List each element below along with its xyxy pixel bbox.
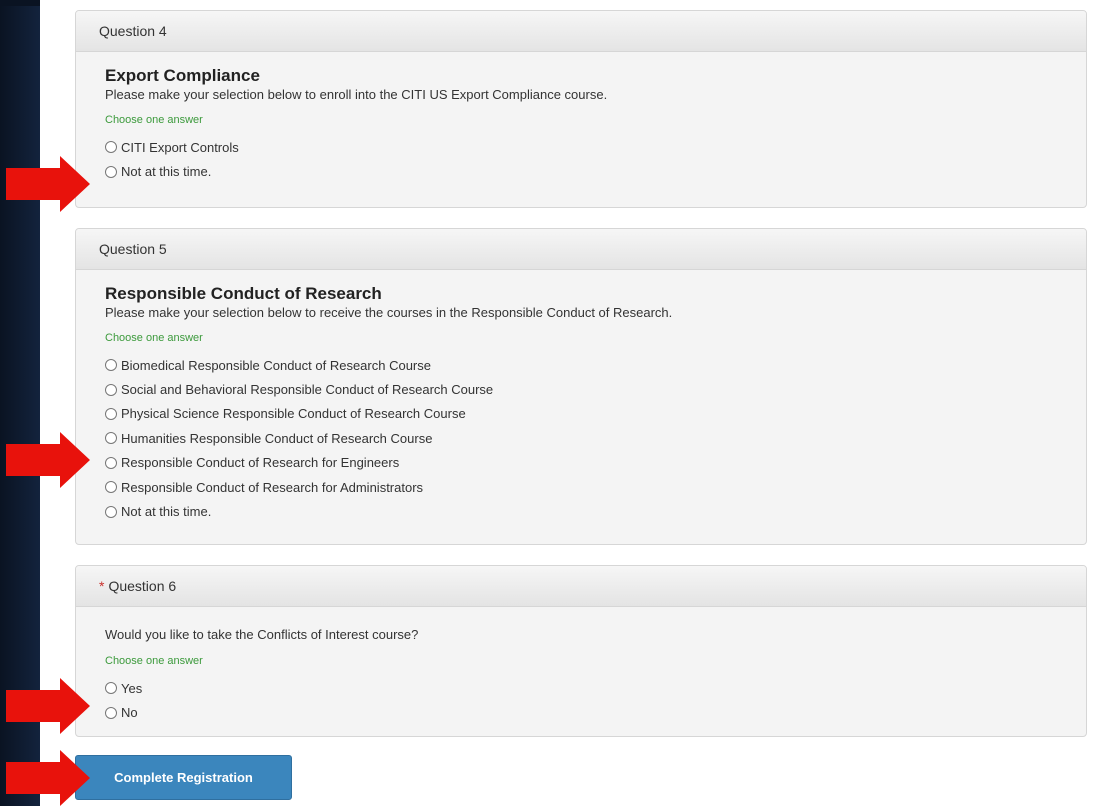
annotation-arrow-icon	[6, 156, 90, 212]
radio-button[interactable]	[105, 682, 117, 695]
option-label: Responsible Conduct of Research for Admi…	[121, 479, 424, 495]
option-label: Responsible Conduct of Research for Engi…	[121, 455, 400, 471]
question-4-hint: Choose one answer	[105, 114, 203, 126]
question-4-panel: Question 4 Export Compliance Please make…	[75, 10, 1087, 208]
question-6-description: Would you like to take the Conflicts of …	[105, 627, 419, 642]
question-6-hint: Choose one answer	[105, 655, 203, 667]
question-5-description: Please make your selection below to rece…	[105, 305, 673, 320]
radio-button[interactable]	[105, 505, 117, 518]
option-label: Not at this time.	[121, 504, 212, 520]
question-4-body: Export Compliance Please make your selec…	[76, 52, 1086, 184]
question-4-title: Export Compliance	[105, 66, 260, 85]
option-label: Humanities Responsible Conduct of Resear…	[121, 430, 433, 446]
q5-option-humanities[interactable]: Humanities Responsible Conduct of Resear…	[105, 426, 1066, 450]
question-4-description: Please make your selection below to enro…	[105, 87, 608, 102]
question-4-header: Question 4	[76, 11, 1086, 52]
q6-option-no[interactable]: No	[105, 700, 1066, 724]
annotation-arrow-icon	[6, 750, 90, 806]
question-5-options: Biomedical Responsible Conduct of Resear…	[105, 353, 1066, 524]
radio-button[interactable]	[105, 481, 117, 494]
option-label: Biomedical Responsible Conduct of Resear…	[121, 357, 431, 373]
q5-option-administrators[interactable]: Responsible Conduct of Research for Admi…	[105, 475, 1066, 499]
radio-button[interactable]	[105, 383, 117, 396]
question-5-body: Responsible Conduct of Research Please m…	[76, 270, 1086, 524]
q4-option-not-at-this-time[interactable]: Not at this time.	[105, 159, 1066, 183]
radio-button[interactable]	[105, 359, 117, 372]
q5-option-biomedical[interactable]: Biomedical Responsible Conduct of Resear…	[105, 353, 1066, 377]
option-label: Social and Behavioral Responsible Conduc…	[121, 382, 494, 398]
radio-button[interactable]	[105, 165, 117, 178]
required-asterisk: *	[99, 578, 105, 594]
question-6-panel: * Question 6 Would you like to take the C…	[75, 565, 1087, 737]
question-6-options: Yes No	[105, 676, 1066, 725]
radio-button[interactable]	[105, 706, 117, 719]
radio-button[interactable]	[105, 456, 117, 469]
question-6-body: Would you like to take the Conflicts of …	[76, 607, 1086, 725]
annotation-arrow-icon	[6, 432, 90, 488]
option-label: Not at this time.	[121, 164, 212, 180]
q4-option-citi-export-controls[interactable]: CITI Export Controls	[105, 135, 1066, 159]
q5-option-not-at-this-time[interactable]: Not at this time.	[105, 499, 1066, 523]
question-5-hint: Choose one answer	[105, 332, 203, 344]
q6-option-yes[interactable]: Yes	[105, 676, 1066, 700]
complete-registration-button[interactable]: Complete Registration	[75, 755, 292, 800]
registration-page: Question 4 Export Compliance Please make…	[40, 0, 1101, 806]
question-5-panel: Question 5 Responsible Conduct of Resear…	[75, 228, 1087, 545]
annotation-arrow-icon	[6, 678, 90, 734]
option-label: CITI Export Controls	[121, 139, 239, 155]
q5-option-physical-science[interactable]: Physical Science Responsible Conduct of …	[105, 402, 1066, 426]
q5-option-social-behavioral[interactable]: Social and Behavioral Responsible Conduc…	[105, 377, 1066, 401]
option-label: Yes	[121, 680, 143, 696]
radio-button[interactable]	[105, 432, 117, 445]
option-label: No	[121, 705, 138, 721]
question-5-header: Question 5	[76, 229, 1086, 270]
question-6-header-label: Question 6	[108, 578, 177, 594]
question-6-header: * Question 6	[76, 566, 1086, 607]
option-label: Physical Science Responsible Conduct of …	[121, 406, 466, 422]
question-4-options: CITI Export Controls Not at this time.	[105, 135, 1066, 184]
radio-button[interactable]	[105, 141, 117, 154]
radio-button[interactable]	[105, 407, 117, 420]
q5-option-engineers[interactable]: Responsible Conduct of Research for Engi…	[105, 451, 1066, 475]
question-5-title: Responsible Conduct of Research	[105, 284, 382, 303]
